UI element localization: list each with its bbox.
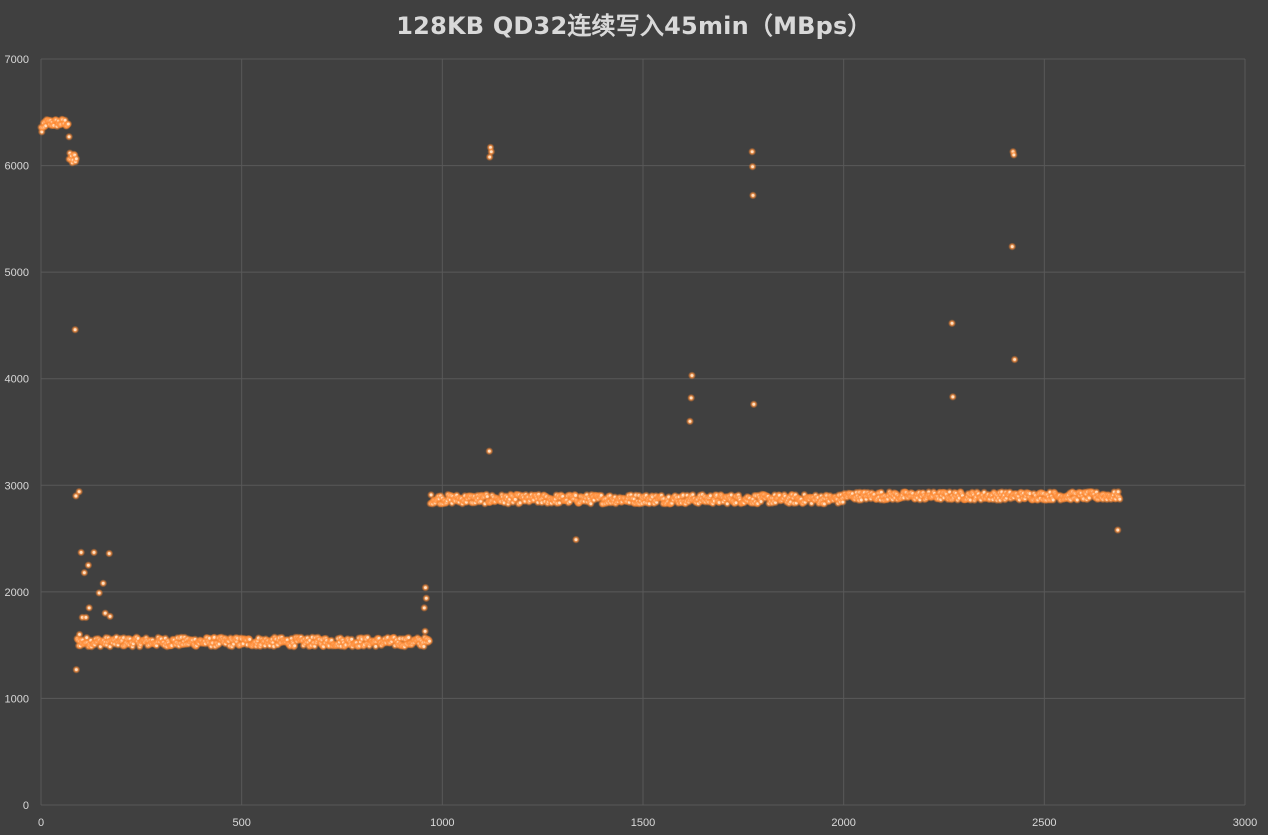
data-point <box>77 490 81 494</box>
gridlines <box>40 58 1246 806</box>
data-point <box>84 616 88 619</box>
data-point <box>752 402 756 406</box>
data-point <box>428 639 431 643</box>
data-point <box>74 668 78 672</box>
data-point <box>78 633 81 636</box>
data-points <box>37 115 1124 674</box>
data-point <box>488 155 492 159</box>
data-point <box>1116 528 1120 532</box>
data-point <box>1118 497 1122 501</box>
data-point <box>73 328 77 332</box>
data-point <box>489 150 493 154</box>
axis-tick-labels: 0 500 1000 1500 2000 2500 3000 0 1000 2000 3000 400… <box>5 54 1258 829</box>
data-point <box>103 611 107 615</box>
data-point <box>689 396 693 400</box>
data-point <box>1013 358 1017 361</box>
y-tick-label: 6000 <box>5 161 29 173</box>
data-point <box>841 500 845 504</box>
data-point <box>66 122 70 126</box>
data-point <box>87 606 91 610</box>
x-tick-label: 2000 <box>831 817 855 829</box>
data-point <box>248 638 252 641</box>
data-point <box>951 395 955 399</box>
data-point <box>751 194 755 197</box>
data-point <box>107 552 111 555</box>
data-point <box>424 596 428 600</box>
y-tick-label: 4000 <box>5 374 29 386</box>
data-point <box>422 606 426 610</box>
x-tick-label: 1500 <box>631 817 655 829</box>
data-point <box>487 449 491 453</box>
data-point <box>574 538 578 542</box>
data-point <box>1010 245 1014 248</box>
x-tick-label: 0 <box>38 817 44 829</box>
data-point <box>74 157 78 161</box>
x-tick-label: 500 <box>232 817 250 829</box>
x-tick-label: 3000 <box>1233 817 1257 829</box>
data-point <box>67 135 71 139</box>
data-point <box>92 551 96 554</box>
y-tick-label: 1000 <box>5 693 29 705</box>
y-tick-label: 0 <box>23 800 29 812</box>
x-tick-label: 1000 <box>430 817 454 829</box>
y-tick-label: 2000 <box>5 587 29 599</box>
data-point <box>688 419 692 423</box>
data-point <box>429 493 433 497</box>
data-point <box>690 374 694 377</box>
data-point <box>950 321 954 325</box>
data-point <box>82 571 86 575</box>
x-tick-label: 2500 <box>1032 817 1056 829</box>
data-point <box>86 563 90 567</box>
data-point <box>101 581 105 585</box>
data-point <box>407 636 411 639</box>
data-point <box>424 586 427 589</box>
data-point <box>750 150 754 154</box>
y-tick-label: 7000 <box>5 54 29 66</box>
data-point <box>97 591 101 595</box>
data-point <box>423 629 427 633</box>
y-tick-label: 3000 <box>5 480 29 492</box>
scatter-plot: 0 500 1000 1500 2000 2500 3000 0 1000 2000 3000 400… <box>5 54 1258 829</box>
data-point <box>1116 490 1120 494</box>
data-point <box>1012 153 1016 157</box>
data-point <box>108 614 112 618</box>
data-point <box>751 165 754 169</box>
data-point <box>79 551 83 554</box>
y-tick-label: 5000 <box>5 267 29 279</box>
